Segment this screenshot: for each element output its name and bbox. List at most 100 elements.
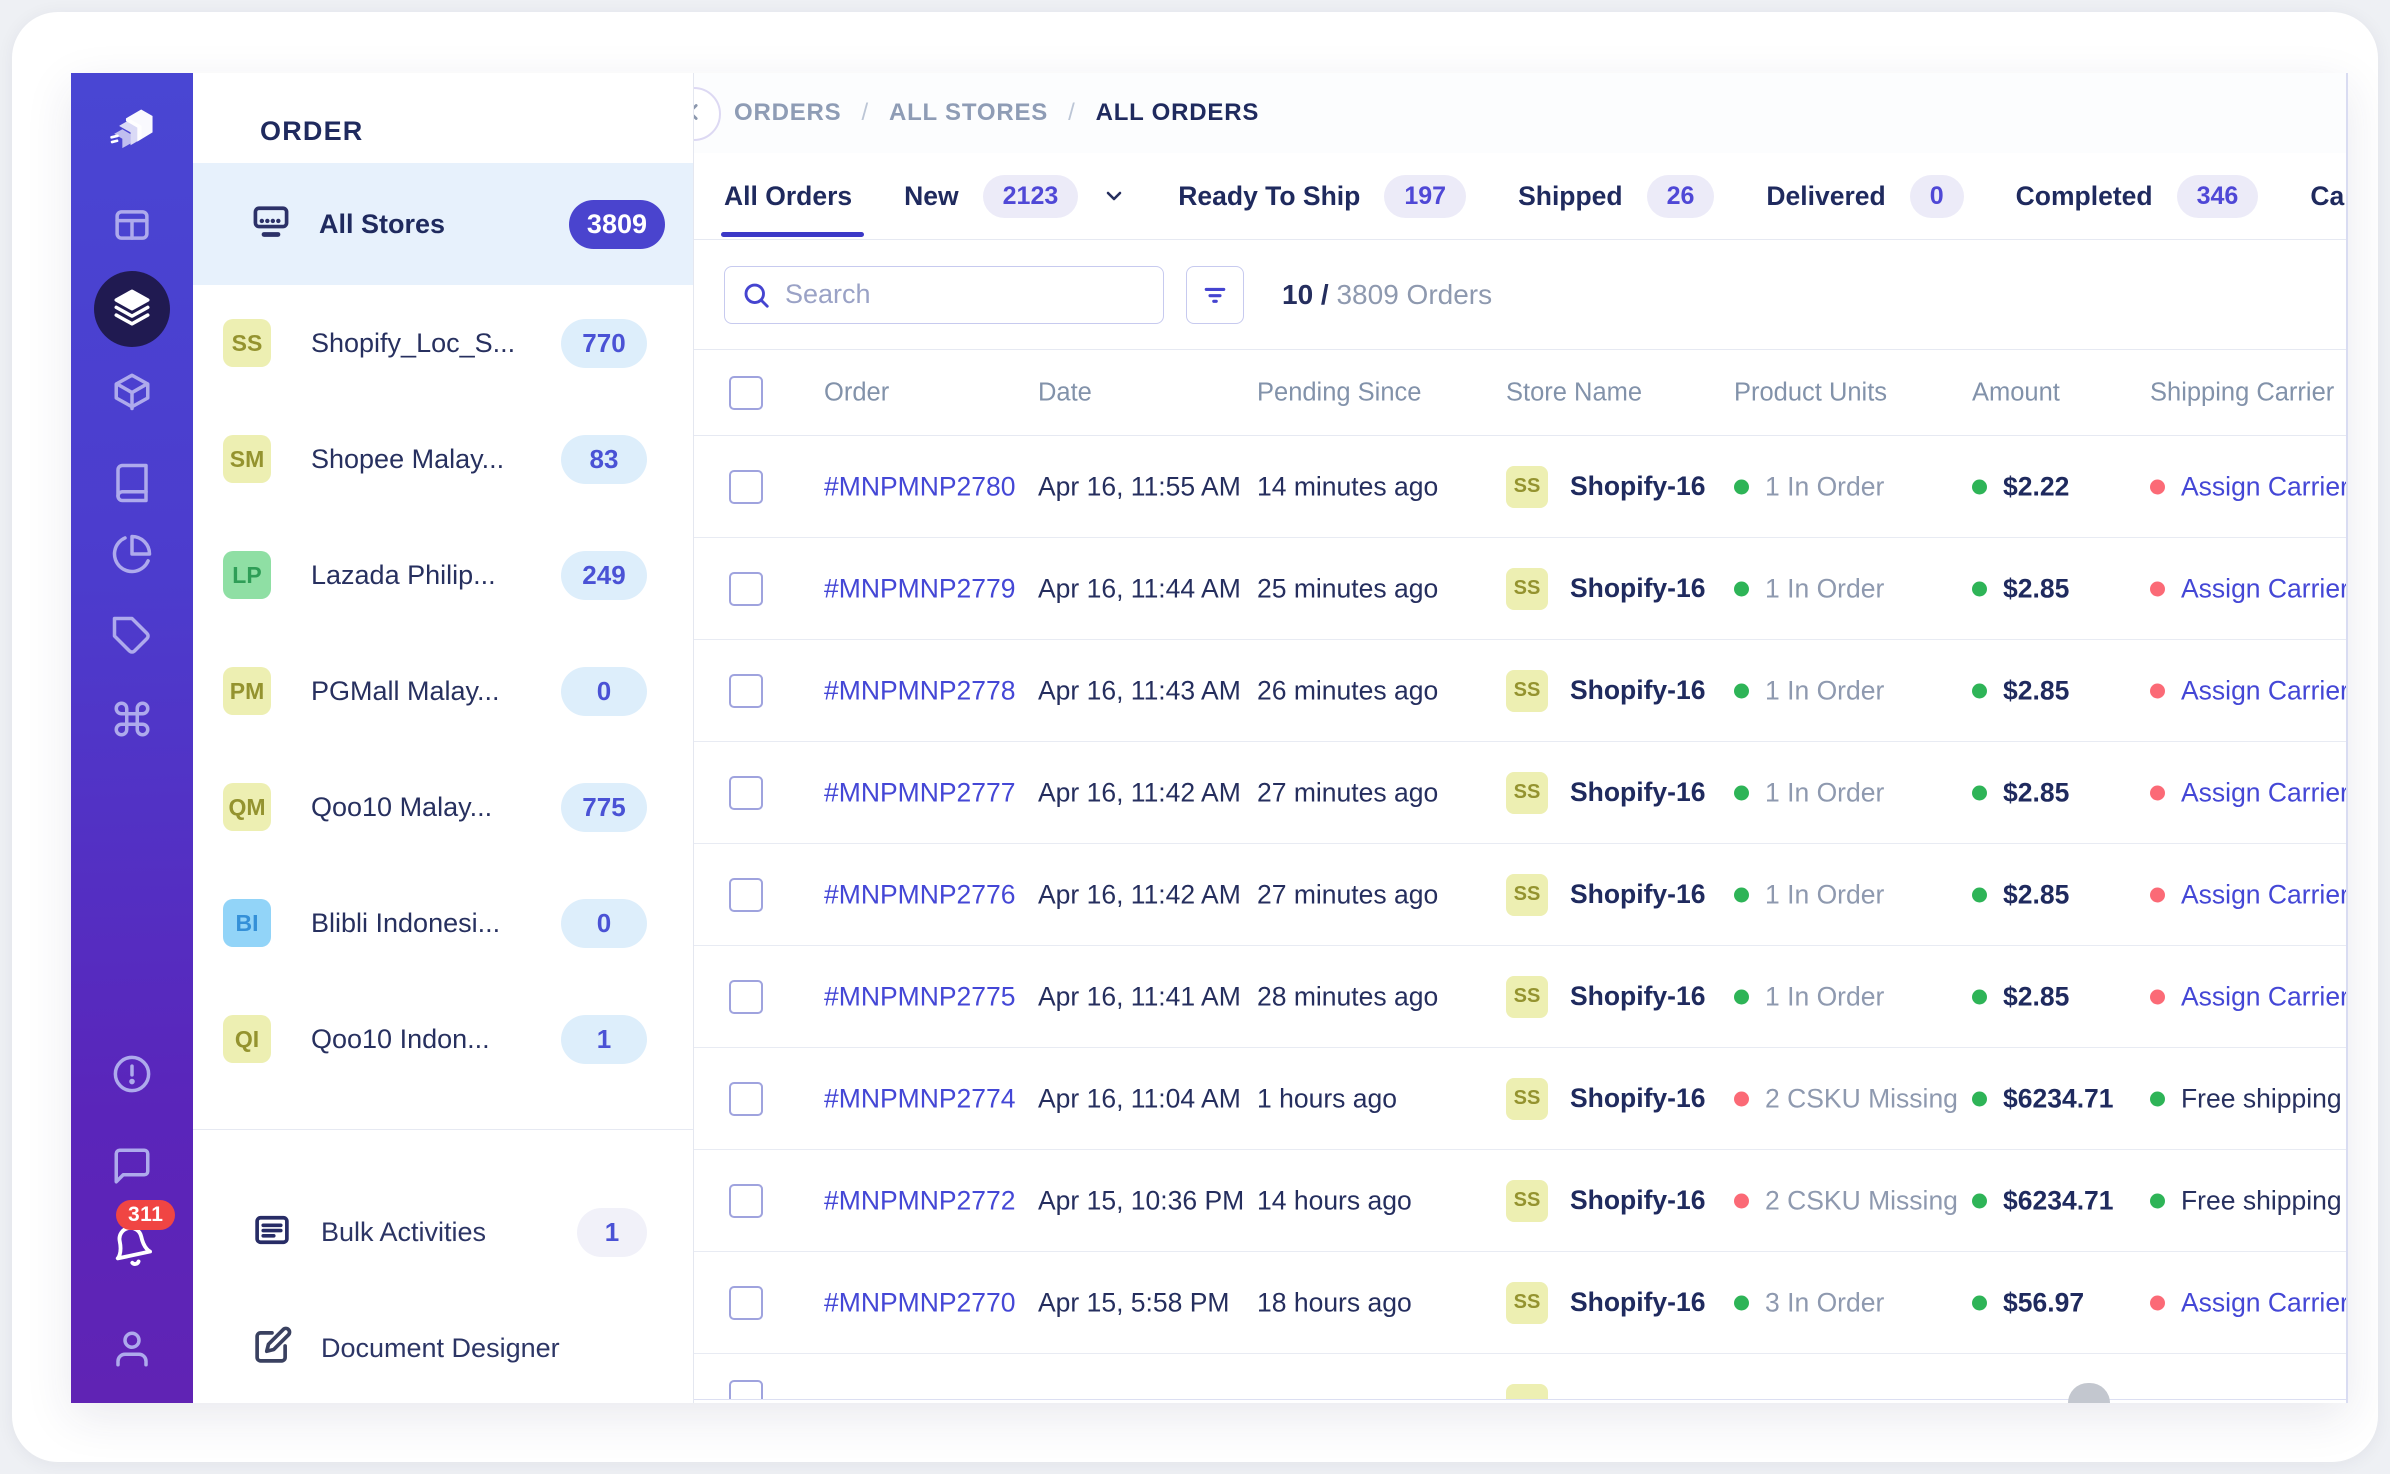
store-item-pgmall[interactable]: PM PGMall Malay... 0 [193, 633, 693, 749]
store-badge: SS [1506, 466, 1548, 508]
assign-carrier-link[interactable]: Assign Carrier [2181, 573, 2348, 604]
product-units-cell: 1 In Order [1734, 879, 1884, 910]
amount-cell: $2.85 [1972, 675, 2069, 706]
tab-shipped[interactable]: Shipped 26 [1518, 175, 1714, 218]
breadcrumb-all-stores[interactable]: ALL STORES [889, 99, 1048, 127]
order-link[interactable]: #MNPMNP2778 [824, 675, 1015, 706]
tab-cancelled[interactable]: Cancelled [2310, 181, 2348, 212]
order-link[interactable]: #MNPMNP2775 [824, 981, 1015, 1012]
shipping-carrier-cell: Assign Carrier [2150, 1287, 2348, 1318]
breadcrumb-separator: / [861, 99, 868, 127]
order-date: Apr 16, 11:42 AM [1038, 879, 1241, 910]
row-checkbox[interactable] [729, 1184, 763, 1218]
bulk-activities-item[interactable]: Bulk Activities 1 [193, 1174, 693, 1290]
assign-carrier-link[interactable]: Assign Carrier [2181, 471, 2348, 502]
pie-chart-icon[interactable] [111, 533, 153, 575]
units-status-dot [1734, 581, 1749, 596]
row-checkbox[interactable] [729, 572, 763, 606]
search-input[interactable] [785, 279, 1115, 310]
carrier-status-dot [2150, 1295, 2165, 1310]
store-item-qoo10-id[interactable]: QI Qoo10 Indon... 1 [193, 981, 693, 1097]
order-link[interactable]: #MNPMNP2772 [824, 1185, 1015, 1216]
assign-carrier-link[interactable]: Assign Carrier [2181, 981, 2348, 1012]
shipping-carrier-cell: Assign Carrier [2150, 879, 2348, 910]
order-link[interactable]: #MNPMNP2770 [824, 1287, 1015, 1318]
carrier-status-dot [2150, 479, 2165, 494]
units-status-dot [1734, 785, 1749, 800]
order-link[interactable]: #MNPMNP2776 [824, 879, 1015, 910]
store-name: Shopify-16 [1570, 777, 1705, 808]
row-checkbox[interactable] [729, 470, 763, 504]
chevron-down-icon[interactable] [1102, 184, 1126, 208]
row-checkbox[interactable] [729, 878, 763, 912]
filter-button[interactable] [1186, 266, 1244, 324]
bulk-activities-icon [251, 1209, 293, 1256]
store-badge [1506, 1384, 1548, 1400]
assign-carrier-link[interactable]: Assign Carrier [2181, 777, 2348, 808]
carrier-status-dot [2150, 683, 2165, 698]
units-status-dot [1734, 479, 1749, 494]
row-checkbox[interactable] [729, 674, 763, 708]
store-badge: SS [1506, 568, 1548, 610]
row-checkbox[interactable] [729, 776, 763, 810]
pending-since: 27 minutes ago [1257, 879, 1438, 910]
assign-carrier-link[interactable]: Assign Carrier [2181, 879, 2348, 910]
store-item-shopee[interactable]: SM Shopee Malay... 83 [193, 401, 693, 517]
order-link[interactable]: #MNPMNP2774 [824, 1083, 1015, 1114]
amount-cell: $2.85 [1972, 573, 2069, 604]
assign-carrier-link[interactable]: Assign Carrier [2181, 1287, 2348, 1318]
tab-delivered[interactable]: Delivered 0 [1766, 175, 1963, 218]
units-text: 1 In Order [1765, 777, 1884, 808]
store-item-lazada[interactable]: LP Lazada Philip... 249 [193, 517, 693, 633]
document-designer-item[interactable]: Document Designer [193, 1290, 693, 1403]
column-order: Order [824, 378, 889, 407]
tab-completed[interactable]: Completed 346 [2016, 175, 2259, 218]
store-item-blibli[interactable]: BI Blibli Indonesi... 0 [193, 865, 693, 981]
tab-all-orders[interactable]: All Orders [724, 181, 852, 212]
tab-new[interactable]: New 2123 [904, 175, 1126, 218]
all-stores-item[interactable]: All Stores 3809 [193, 163, 693, 285]
column-store-name: Store Name [1506, 378, 1642, 407]
order-link[interactable]: #MNPMNP2779 [824, 573, 1015, 604]
user-icon[interactable] [111, 1328, 153, 1370]
settings-icon[interactable] [111, 1400, 153, 1403]
amount-status-dot [1972, 887, 1987, 902]
book-icon[interactable] [111, 462, 153, 504]
package-icon[interactable] [111, 370, 153, 412]
tab-ready-to-ship[interactable]: Ready To Ship 197 [1178, 175, 1466, 218]
row-checkbox[interactable] [729, 1380, 763, 1400]
orders-main-panel: ORDERS / ALL STORES / ALL ORDERS All Ord… [694, 73, 2348, 1403]
table-header: Order Date Pending Since Store Name Prod… [694, 350, 2346, 436]
orders-nav-active[interactable] [94, 271, 170, 347]
order-link[interactable]: #MNPMNP2777 [824, 777, 1015, 808]
alert-circle-icon[interactable] [111, 1053, 153, 1095]
app-logo[interactable] [103, 101, 161, 159]
assign-carrier-link[interactable]: Assign Carrier [2181, 675, 2348, 706]
orders-count: 10 / 3809 Orders [1282, 279, 1492, 311]
units-status-dot [1734, 887, 1749, 902]
select-all-checkbox[interactable] [729, 376, 763, 410]
notifications-button[interactable]: 311 [110, 1224, 154, 1268]
store-item-qoo10-my[interactable]: QM Qoo10 Malay... 775 [193, 749, 693, 865]
table-row: #MNPMNP2779 Apr 16, 11:44 AM 25 minutes … [694, 538, 2346, 640]
store-name: Qoo10 Indon... [311, 1024, 490, 1055]
amount-text: $2.22 [2003, 471, 2069, 502]
carrier-status-dot [2150, 1091, 2165, 1106]
row-checkbox[interactable] [729, 1286, 763, 1320]
amount-text: $2.85 [2003, 981, 2069, 1012]
store-badge: SS [1506, 874, 1548, 916]
command-icon[interactable] [111, 698, 153, 740]
row-checkbox[interactable] [729, 1082, 763, 1116]
store-name: Qoo10 Malay... [311, 792, 492, 823]
chat-icon[interactable] [111, 1145, 153, 1187]
store-item-shopify[interactable]: SS Shopify_Loc_S... 770 [193, 285, 693, 401]
breadcrumb-orders[interactable]: ORDERS [734, 99, 841, 127]
store-name-cell: SS Shopify-16 [1506, 874, 1705, 916]
tag-icon[interactable] [111, 615, 153, 657]
column-date: Date [1038, 378, 1092, 407]
amount-text: $6234.71 [2003, 1083, 2114, 1114]
order-link[interactable]: #MNPMNP2780 [824, 471, 1015, 502]
row-checkbox[interactable] [729, 980, 763, 1014]
dashboard-icon[interactable] [111, 204, 153, 246]
document-designer-label: Document Designer [321, 1333, 560, 1364]
